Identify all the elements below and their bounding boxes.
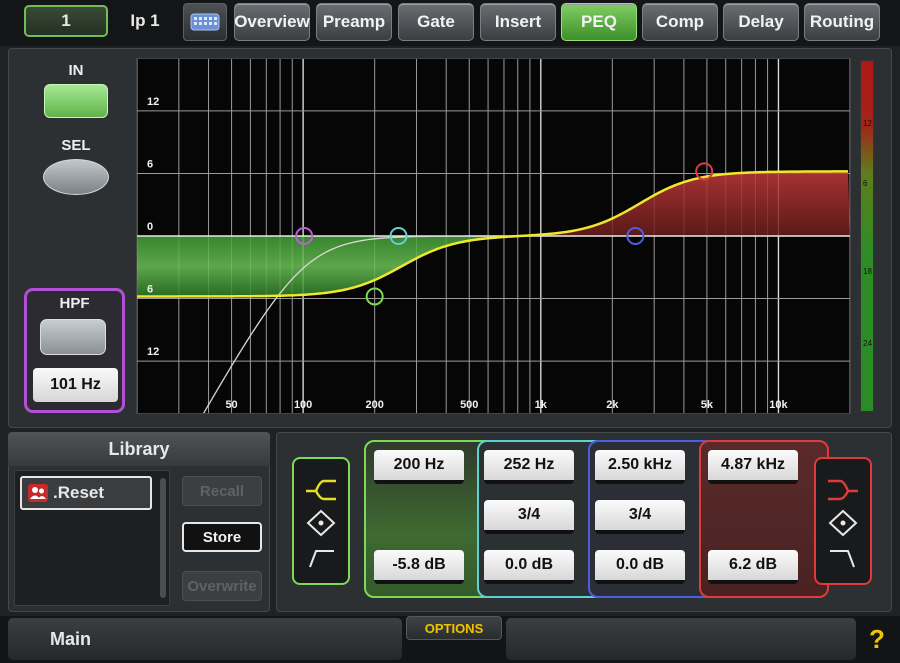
channel-name: Ip 1: [130, 11, 160, 30]
x-tick-label: 2k: [606, 399, 619, 411]
tab-preamp[interactable]: Preamp: [316, 3, 392, 41]
x-tick-label: 5k: [701, 399, 714, 411]
band4-freq-value[interactable]: 4.87 kHz: [708, 450, 798, 484]
sel-button[interactable]: [43, 159, 109, 195]
library-title: Library: [8, 432, 270, 466]
band4-gain-value[interactable]: 6.2 dB: [708, 550, 798, 584]
meter-label: 18: [863, 267, 872, 276]
lpf-slope-icon[interactable]: [830, 550, 855, 568]
hpf-label: HPF: [59, 295, 90, 312]
y-tick-label: 6: [147, 158, 153, 170]
x-tick-label: 200: [365, 399, 383, 411]
y-tick-label: 0: [147, 221, 153, 233]
keyboard-button[interactable]: [183, 3, 227, 41]
y-tick-label: 6: [147, 284, 153, 296]
store-button[interactable]: Store: [182, 522, 262, 552]
band3-gain-value[interactable]: 0.0 dB: [595, 550, 685, 584]
cut-region: [137, 236, 850, 297]
bell-icon[interactable]: [828, 509, 858, 537]
shelf-high-icon[interactable]: [828, 479, 858, 501]
library-scrollbar[interactable]: [160, 478, 166, 598]
library-item-reset[interactable]: .Reset: [20, 476, 152, 510]
band1-freq-value[interactable]: 200 Hz: [374, 450, 464, 484]
y-tick-label: 12: [147, 346, 159, 358]
hpf-frequency-value[interactable]: 101 Hz: [33, 368, 118, 402]
meter-label: 6: [863, 179, 868, 188]
band2-width-value[interactable]: 3/4: [484, 500, 574, 534]
eq-graph[interactable]: 50 100 200 500 1k 2k 5k 10k 12 6 0 6 12: [136, 58, 851, 431]
x-tick-label: 50: [225, 399, 237, 411]
band3-width-value[interactable]: 3/4: [595, 500, 685, 534]
x-tick-label: 100: [294, 399, 312, 411]
eq-curve-svg[interactable]: 50 100 200 500 1k 2k 5k 10k 12 6 0 6 12: [136, 59, 851, 431]
meter-label: 24: [863, 339, 872, 348]
tab-overview[interactable]: Overview: [234, 3, 310, 41]
hpf-button[interactable]: [40, 319, 106, 355]
x-tick-label: 10k: [769, 399, 788, 411]
channel-number-button[interactable]: 1: [24, 5, 108, 37]
recall-button[interactable]: Recall: [182, 476, 262, 506]
tab-gate[interactable]: Gate: [398, 3, 474, 41]
main-mix-button[interactable]: Main: [8, 618, 402, 660]
users-icon: [28, 484, 48, 502]
options-button[interactable]: OPTIONS: [406, 616, 502, 640]
tab-comp[interactable]: Comp: [642, 3, 718, 41]
band3-freq-value[interactable]: 2.50 kHz: [595, 450, 685, 484]
tab-delay[interactable]: Delay: [723, 3, 799, 41]
band2-freq-value[interactable]: 252 Hz: [484, 450, 574, 484]
low-shape-selector[interactable]: [292, 457, 350, 585]
level-meter: 12 6 18 24: [860, 60, 874, 412]
hpf-slope-icon[interactable]: [309, 550, 334, 568]
bell-icon[interactable]: [306, 509, 336, 537]
band2-gain-value[interactable]: 0.0 dB: [484, 550, 574, 584]
in-label: IN: [68, 62, 84, 79]
y-tick-label: 12: [147, 96, 159, 108]
keyboard-icon: [190, 13, 220, 31]
in-button[interactable]: [44, 84, 108, 118]
band1-gain-value[interactable]: -5.8 dB: [374, 550, 464, 584]
meter-label: 12: [863, 119, 872, 128]
library-item-label: .Reset: [53, 483, 105, 502]
footer-right-area: [506, 618, 856, 660]
overwrite-button[interactable]: Overwrite: [182, 571, 262, 601]
boost-region: [137, 171, 850, 236]
tab-peq[interactable]: PEQ: [561, 3, 637, 41]
high-shape-selector[interactable]: [814, 457, 872, 585]
shelf-low-icon[interactable]: [306, 479, 336, 501]
x-tick-label: 1k: [535, 399, 548, 411]
sel-label: SEL: [61, 137, 91, 154]
tab-routing[interactable]: Routing: [804, 3, 880, 41]
help-button[interactable]: ?: [860, 618, 894, 660]
x-tick-label: 500: [460, 399, 478, 411]
tab-insert[interactable]: Insert: [480, 3, 556, 41]
